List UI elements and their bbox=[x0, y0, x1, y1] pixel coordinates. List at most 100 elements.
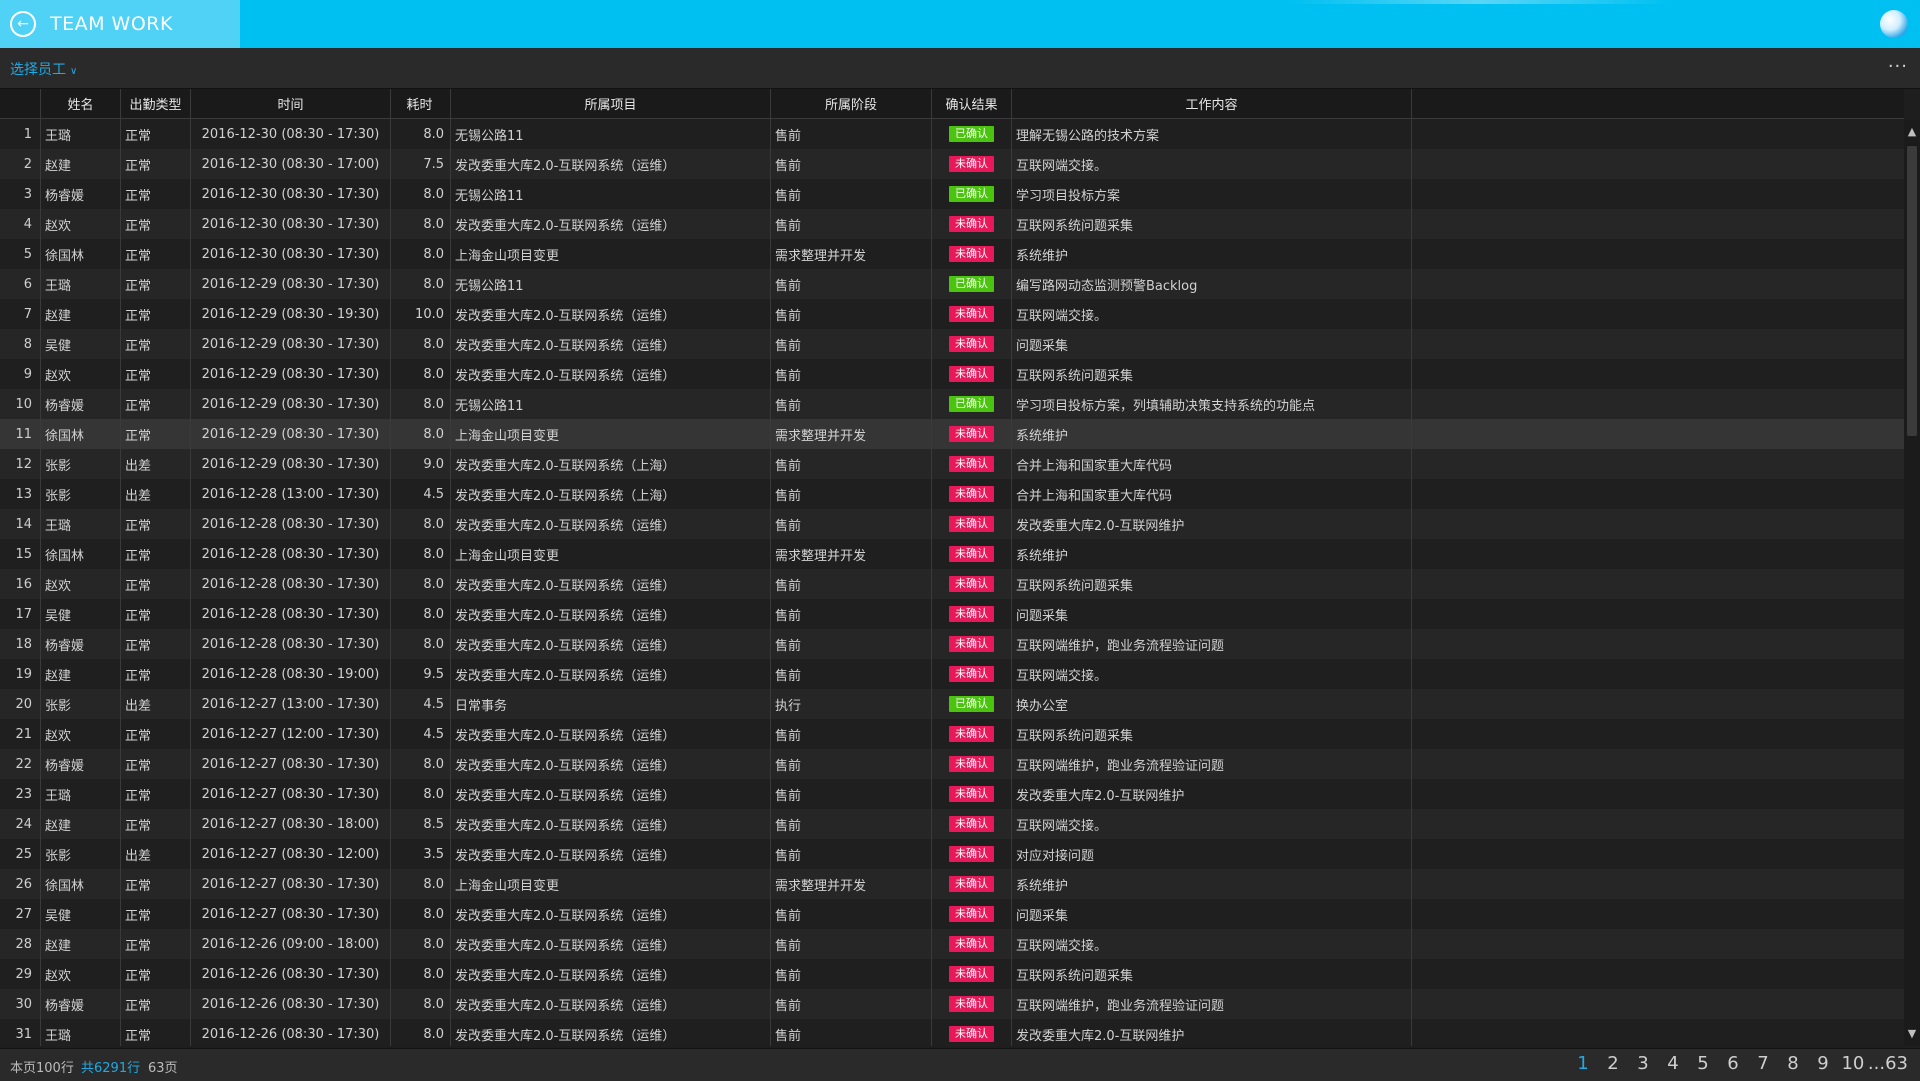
table-row[interactable]: 16 赵欢 正常 2016-12-28 (08:30 - 17:30) 8.0 发改委重大… bbox=[0, 569, 1904, 600]
row-type: 正常 bbox=[121, 749, 191, 779]
table-row[interactable]: 29 赵欢 正常 2016-12-26 (08:30 - 17:30) 8.0 发改委重大… bbox=[0, 959, 1904, 990]
page-link[interactable]: 6 bbox=[1718, 1053, 1748, 1074]
table-row[interactable]: 24 赵建 正常 2016-12-27 (08:30 - 18:00) 8.5 发改委重大… bbox=[0, 809, 1904, 840]
more-dots-icon[interactable]: ··· bbox=[1888, 56, 1908, 77]
status-badge: 未确认 bbox=[949, 816, 994, 832]
row-work: 理解无锡公路的技术方案 bbox=[1012, 119, 1412, 149]
row-stage: 需求整理并开发 bbox=[771, 869, 932, 899]
table-row[interactable]: 7 赵建 正常 2016-12-29 (08:30 - 19:30) 10.0 发改委重大… bbox=[0, 299, 1904, 330]
header-time[interactable]: 时间 bbox=[191, 89, 391, 118]
table-row[interactable]: 10 杨睿媛 正常 2016-12-29 (08:30 - 17:30) 8.0 无锡公路… bbox=[0, 389, 1904, 420]
status-badge: 未确认 bbox=[949, 456, 994, 472]
row-hours: 4.5 bbox=[391, 719, 451, 749]
header-confirm[interactable]: 确认结果 bbox=[932, 89, 1012, 118]
row-name: 王璐 bbox=[41, 1019, 121, 1046]
table-row[interactable]: 31 王璐 正常 2016-12-26 (08:30 - 17:30) 8.0 发改委重大… bbox=[0, 1019, 1904, 1046]
table-row[interactable]: 14 王璐 正常 2016-12-28 (08:30 - 17:30) 8.0 发改委重大… bbox=[0, 509, 1904, 540]
row-hours: 8.0 bbox=[391, 989, 451, 1019]
table-row[interactable]: 26 徐国林 正常 2016-12-27 (08:30 - 17:30) 8.0 上海金山… bbox=[0, 869, 1904, 900]
employee-select-dropdown[interactable]: 选择员工 ∨ bbox=[10, 59, 77, 79]
table-row[interactable]: 19 赵建 正常 2016-12-28 (08:30 - 19:00) 9.5 发改委重大… bbox=[0, 659, 1904, 690]
table-row[interactable]: 17 吴健 正常 2016-12-28 (08:30 - 17:30) 8.0 发改委重大… bbox=[0, 599, 1904, 630]
row-index: 29 bbox=[0, 959, 41, 989]
table-row[interactable]: 13 张影 出差 2016-12-28 (13:00 - 17:30) 4.5 发改委重大… bbox=[0, 479, 1904, 510]
table-row[interactable]: 15 徐国林 正常 2016-12-28 (08:30 - 17:30) 8.0 上海金山… bbox=[0, 539, 1904, 570]
table-row[interactable]: 11 徐国林 正常 2016-12-29 (08:30 - 17:30) 8.0 上海金山… bbox=[0, 419, 1904, 450]
status-badge: 未确认 bbox=[949, 756, 994, 772]
page-link[interactable]: 7 bbox=[1748, 1053, 1778, 1074]
scroll-down-icon[interactable]: ▼ bbox=[1904, 1026, 1920, 1042]
row-time: 2016-12-29 (08:30 - 17:30) bbox=[191, 359, 391, 389]
table-row[interactable]: 21 赵欢 正常 2016-12-27 (12:00 - 17:30) 4.5 发改委重大… bbox=[0, 719, 1904, 750]
row-name: 张影 bbox=[41, 449, 121, 479]
row-filler bbox=[1412, 1019, 1904, 1046]
row-time: 2016-12-29 (08:30 - 17:30) bbox=[191, 329, 391, 359]
page-link[interactable]: 5 bbox=[1688, 1053, 1718, 1074]
row-index: 9 bbox=[0, 359, 41, 389]
pagination: 1 2 3 4 5 6 7 8 9 10 ...63 bbox=[1568, 1053, 1908, 1074]
table-row[interactable]: 22 杨睿媛 正常 2016-12-27 (08:30 - 17:30) 8.0 发改委重… bbox=[0, 749, 1904, 780]
row-time: 2016-12-29 (08:30 - 17:30) bbox=[191, 449, 391, 479]
page-link[interactable]: 3 bbox=[1628, 1053, 1658, 1074]
table-row[interactable]: 1 王璐 正常 2016-12-30 (08:30 - 17:30) 8.0 无锡公路11… bbox=[0, 119, 1904, 150]
row-work: 换办公室 bbox=[1012, 689, 1412, 719]
row-work: 互联网端交接。 bbox=[1012, 809, 1412, 839]
row-confirm: 未确认 bbox=[932, 329, 1012, 359]
header-name[interactable]: 姓名 bbox=[41, 89, 121, 118]
back-circle-icon[interactable]: ← bbox=[10, 11, 36, 37]
total-rows-text: 共6291行 bbox=[81, 1061, 141, 1076]
table-row[interactable]: 18 杨睿媛 正常 2016-12-28 (08:30 - 17:30) 8.0 发改委重… bbox=[0, 629, 1904, 660]
scroll-thumb[interactable] bbox=[1907, 146, 1917, 436]
table-row[interactable]: 12 张影 出差 2016-12-29 (08:30 - 17:30) 9.0 发改委重大… bbox=[0, 449, 1904, 480]
row-work: 合并上海和国家重大库代码 bbox=[1012, 449, 1412, 479]
page-link[interactable]: 1 bbox=[1568, 1053, 1598, 1074]
header-type[interactable]: 出勤类型 bbox=[121, 89, 191, 118]
row-index: 23 bbox=[0, 779, 41, 809]
scroll-up-icon[interactable]: ▲ bbox=[1904, 124, 1920, 140]
header-work[interactable]: 工作内容 bbox=[1012, 89, 1412, 118]
table-row[interactable]: 25 张影 出差 2016-12-27 (08:30 - 12:00) 3.5 发改委重大… bbox=[0, 839, 1904, 870]
row-index: 17 bbox=[0, 599, 41, 629]
page-link[interactable]: 4 bbox=[1658, 1053, 1688, 1074]
page-rows-text: 本页100行 bbox=[10, 1061, 74, 1076]
table-row[interactable]: 6 王璐 正常 2016-12-29 (08:30 - 17:30) 8.0 无锡公路11… bbox=[0, 269, 1904, 300]
page-link[interactable]: 2 bbox=[1598, 1053, 1628, 1074]
row-confirm: 未确认 bbox=[932, 299, 1012, 329]
header-hours[interactable]: 耗时 bbox=[391, 89, 451, 118]
status-badge: 未确认 bbox=[949, 576, 994, 592]
table-row[interactable]: 2 赵建 正常 2016-12-30 (08:30 - 17:00) 7.5 发改委重大库… bbox=[0, 149, 1904, 180]
table-row[interactable]: 9 赵欢 正常 2016-12-29 (08:30 - 17:30) 8.0 发改委重大库… bbox=[0, 359, 1904, 390]
row-stage: 售前 bbox=[771, 449, 932, 479]
page-link[interactable]: ...63 bbox=[1868, 1053, 1908, 1074]
row-index: 27 bbox=[0, 899, 41, 929]
row-hours: 8.0 bbox=[391, 629, 451, 659]
status-badge: 已确认 bbox=[949, 276, 994, 292]
row-project: 发改委重大库2.0-互联网系统（运维） bbox=[451, 299, 771, 329]
header-project[interactable]: 所属项目 bbox=[451, 89, 771, 118]
table-row[interactable]: 3 杨睿媛 正常 2016-12-30 (08:30 - 17:30) 8.0 无锡公路1… bbox=[0, 179, 1904, 210]
table-row[interactable]: 4 赵欢 正常 2016-12-30 (08:30 - 17:30) 8.0 发改委重大库… bbox=[0, 209, 1904, 240]
row-index: 14 bbox=[0, 509, 41, 539]
row-type: 正常 bbox=[121, 149, 191, 179]
row-filler bbox=[1412, 809, 1904, 839]
row-time: 2016-12-28 (08:30 - 17:30) bbox=[191, 539, 391, 569]
row-confirm: 未确认 bbox=[932, 659, 1012, 689]
row-hours: 3.5 bbox=[391, 839, 451, 869]
row-name: 杨睿媛 bbox=[41, 989, 121, 1019]
vertical-scrollbar[interactable]: ▲ ▼ bbox=[1904, 120, 1920, 1046]
row-index: 12 bbox=[0, 449, 41, 479]
page-link[interactable]: 8 bbox=[1778, 1053, 1808, 1074]
header-stage[interactable]: 所属阶段 bbox=[771, 89, 932, 118]
row-work: 互联网端交接。 bbox=[1012, 929, 1412, 959]
table-row[interactable]: 28 赵建 正常 2016-12-26 (09:00 - 18:00) 8.0 发改委重大… bbox=[0, 929, 1904, 960]
row-name: 吴健 bbox=[41, 329, 121, 359]
table-row[interactable]: 27 吴健 正常 2016-12-27 (08:30 - 17:30) 8.0 发改委重大… bbox=[0, 899, 1904, 930]
table-row[interactable]: 23 王璐 正常 2016-12-27 (08:30 - 17:30) 8.0 发改委重大… bbox=[0, 779, 1904, 810]
table-row[interactable]: 5 徐国林 正常 2016-12-30 (08:30 - 17:30) 8.0 上海金山项… bbox=[0, 239, 1904, 270]
table-row[interactable]: 20 张影 出差 2016-12-27 (13:00 - 17:30) 4.5 日常事务执… bbox=[0, 689, 1904, 720]
table-row[interactable]: 8 吴健 正常 2016-12-29 (08:30 - 17:30) 8.0 发改委重大库… bbox=[0, 329, 1904, 360]
page-link[interactable]: 10 bbox=[1838, 1053, 1868, 1074]
row-filler bbox=[1412, 899, 1904, 929]
page-link[interactable]: 9 bbox=[1808, 1053, 1838, 1074]
table-row[interactable]: 30 杨睿媛 正常 2016-12-26 (08:30 - 17:30) 8.0 发改委重… bbox=[0, 989, 1904, 1020]
